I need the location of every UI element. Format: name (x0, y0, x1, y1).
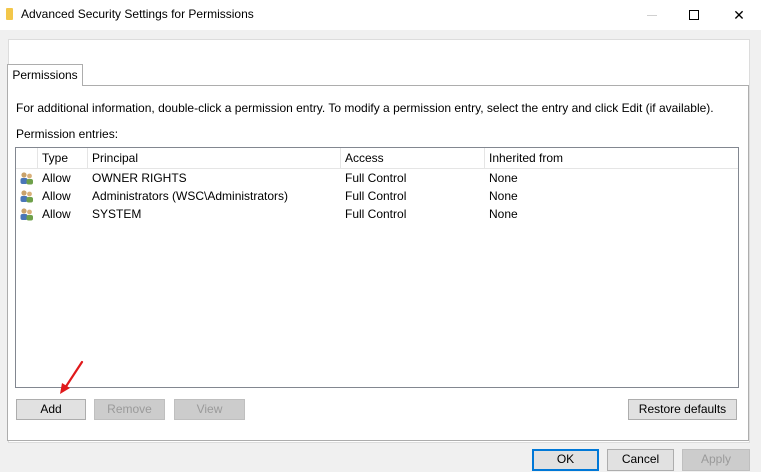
restore-defaults-button[interactable]: Restore defaults (628, 399, 737, 420)
row-type: Allow (42, 207, 71, 221)
row-inherited: None (489, 189, 518, 203)
tab-permissions[interactable]: Permissions (7, 64, 83, 86)
list-header: Type Principal Access Inherited from (16, 148, 738, 169)
users-icon (20, 172, 33, 185)
table-row[interactable]: Allow OWNER RIGHTS Full Control None (16, 169, 738, 187)
row-access: Full Control (345, 171, 407, 185)
table-row[interactable]: Allow SYSTEM Full Control None (16, 205, 738, 223)
cancel-button[interactable]: Cancel (607, 449, 674, 471)
close-icon: ✕ (733, 6, 745, 23)
window-title: Advanced Security Settings for Permissio… (21, 7, 254, 21)
view-button[interactable]: View (174, 399, 245, 420)
column-header-access[interactable]: Access (341, 148, 485, 169)
maximize-button[interactable] (671, 0, 717, 30)
remove-button[interactable]: Remove (94, 399, 165, 420)
title-bar: Advanced Security Settings for Permissio… (0, 0, 761, 30)
annotation-arrow-icon (60, 360, 84, 394)
row-principal: SYSTEM (92, 207, 142, 221)
close-button[interactable]: ✕ (716, 0, 761, 30)
table-row[interactable]: Allow Administrators (WSC\Administrators… (16, 187, 738, 205)
column-header-inherited-from[interactable]: Inherited from (485, 148, 738, 169)
row-type: Allow (42, 189, 71, 203)
apply-button[interactable]: Apply (682, 449, 750, 471)
ok-button[interactable]: OK (532, 449, 599, 471)
column-header-principal[interactable]: Principal (88, 148, 341, 169)
row-inherited: None (489, 171, 518, 185)
minimize-button[interactable] (629, 0, 675, 30)
permission-entries-list[interactable]: Type Principal Access Inherited from All… (15, 147, 739, 388)
row-principal: OWNER RIGHTS (92, 171, 187, 185)
row-type: Allow (42, 171, 71, 185)
row-principal: Administrators (WSC\Administrators) (92, 189, 289, 203)
row-access: Full Control (345, 207, 407, 221)
row-access: Full Control (345, 189, 407, 203)
users-icon (20, 190, 33, 203)
info-text: For additional information, double-click… (16, 101, 714, 115)
minimize-icon (647, 14, 657, 16)
add-button[interactable]: Add (16, 399, 86, 420)
users-icon (20, 208, 33, 221)
permission-entries-label: Permission entries: (16, 127, 119, 141)
column-header-type[interactable]: Type (38, 148, 88, 169)
row-inherited: None (489, 207, 518, 221)
column-header-icon[interactable] (16, 148, 38, 169)
maximize-icon (689, 10, 699, 20)
folder-icon (6, 8, 13, 20)
